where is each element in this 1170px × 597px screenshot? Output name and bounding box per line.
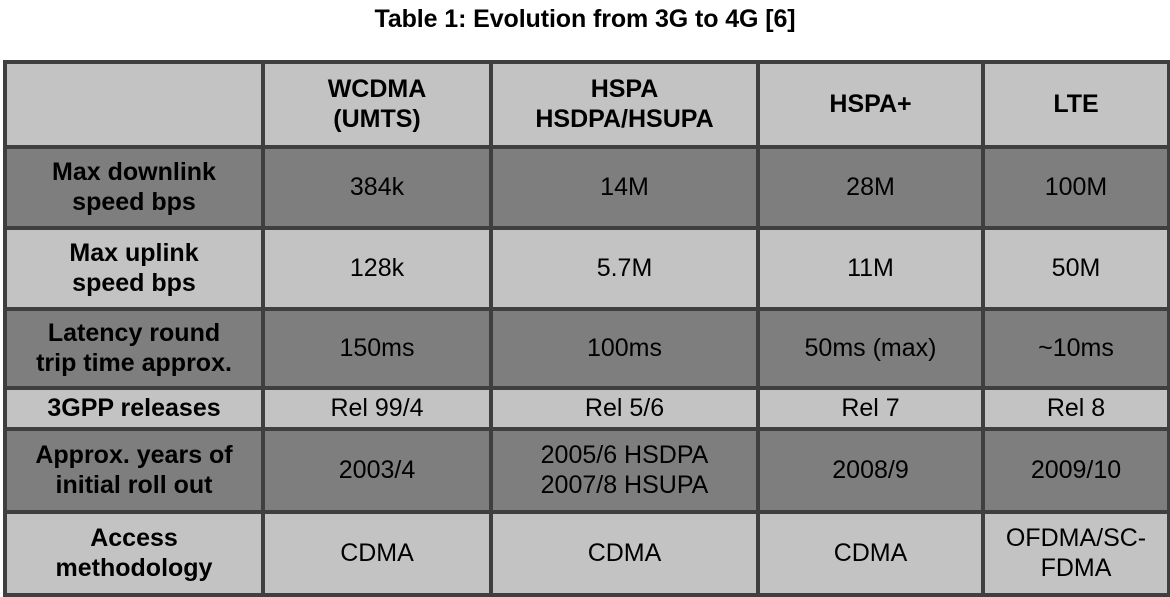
header-text-3: HSPA+ — [829, 89, 912, 118]
cell-max-uplink-hspa: 5.7M — [489, 226, 760, 311]
header-text-4: LTE — [1053, 89, 1099, 118]
row-label-text: Approx. years of initial roll out — [35, 441, 233, 499]
cell-text: ~10ms — [1038, 333, 1114, 362]
cell-text: 128k — [349, 253, 405, 282]
cell-text: 150ms — [339, 333, 415, 362]
cell-text: 11M — [847, 253, 894, 282]
cell-max-downlink-lte: 100M — [981, 145, 1170, 230]
header-cell-wcdma: WCDMA (UMTS) — [261, 60, 493, 149]
cell-text: 50ms (max) — [804, 333, 937, 362]
cell-text: OFDMA/SC- FDMA — [1005, 524, 1147, 582]
cell-3gpp-hspa: Rel 5/6 — [489, 386, 760, 431]
header-cell-hspa-plus: HSPA+ — [756, 60, 985, 149]
row-label-3gpp-releases: 3GPP releases — [3, 386, 265, 431]
table-row: Max downlink speed bps 384k 14M 28M 100M — [3, 145, 1170, 230]
cell-max-uplink-hspa-plus: 11M — [756, 226, 985, 311]
cell-max-uplink-wcdma: 128k — [261, 226, 493, 311]
row-label-text: Latency round trip time approx. — [36, 319, 232, 377]
header-text-2: HSPA HSDPA/HSUPA — [535, 75, 714, 133]
cell-max-downlink-wcdma: 384k — [261, 145, 493, 230]
row-label-text: 3GPP releases — [47, 393, 221, 422]
row-label-rollout-years: Approx. years of initial roll out — [3, 427, 265, 514]
cell-text: 14M — [600, 172, 649, 201]
cell-latency-lte: ~10ms — [981, 307, 1170, 390]
table-row: 3GPP releases Rel 99/4 Rel 5/6 Rel 7 Rel… — [3, 386, 1170, 431]
header-cell-row-label — [3, 60, 265, 149]
cell-access-lte: OFDMA/SC- FDMA — [981, 510, 1170, 597]
cell-text: 2008/9 — [832, 455, 909, 484]
cell-latency-hspa-plus: 50ms (max) — [756, 307, 985, 390]
cell-3gpp-hspa-plus: Rel 7 — [756, 386, 985, 431]
table-row: Access methodology CDMA CDMA CDMA OFDMA/… — [3, 510, 1170, 597]
cell-max-uplink-lte: 50M — [981, 226, 1170, 311]
cell-max-downlink-hspa: 14M — [489, 145, 760, 230]
cell-text: 5.7M — [596, 253, 653, 282]
row-label-text: Access methodology — [55, 524, 213, 582]
cell-text: Rel 7 — [841, 393, 900, 422]
cell-max-downlink-hspa-plus: 28M — [756, 145, 985, 230]
table-page: Table 1: Evolution from 3G to 4G [6] WCD… — [0, 0, 1170, 597]
row-label-text: Max uplink speed bps — [69, 239, 199, 297]
table-row: Approx. years of initial roll out 2003/4… — [3, 427, 1170, 514]
cell-access-hspa-plus: CDMA — [756, 510, 985, 597]
cell-latency-hspa: 100ms — [489, 307, 760, 390]
cell-text: CDMA — [340, 538, 414, 567]
cell-rollout-hspa: 2005/6 HSDPA 2007/8 HSUPA — [489, 427, 760, 514]
cell-text: 100ms — [586, 333, 663, 362]
cell-rollout-wcdma: 2003/4 — [261, 427, 493, 514]
table-row: Latency round trip time approx. 150ms 10… — [3, 307, 1170, 390]
cell-access-wcdma: CDMA — [261, 510, 493, 597]
cell-text: 384k — [349, 172, 405, 201]
cell-rollout-lte: 2009/10 — [981, 427, 1170, 514]
table-row: Max uplink speed bps 128k 5.7M 11M 50M — [3, 226, 1170, 311]
cell-text: 100M — [1044, 172, 1108, 201]
cell-text: 28M — [846, 172, 895, 201]
cell-text: Rel 5/6 — [584, 393, 665, 422]
cell-text: CDMA — [587, 538, 662, 567]
cell-3gpp-lte: Rel 8 — [981, 386, 1170, 431]
table-header-row: WCDMA (UMTS) HSPA HSDPA/HSUPA HSPA+ LTE — [3, 60, 1170, 149]
cell-rollout-hspa-plus: 2008/9 — [756, 427, 985, 514]
cell-text: Rel 8 — [1046, 393, 1106, 422]
row-label-latency: Latency round trip time approx. — [3, 307, 265, 390]
cell-text: CDMA — [833, 538, 908, 567]
cell-latency-wcdma: 150ms — [261, 307, 493, 390]
row-label-max-downlink: Max downlink speed bps — [3, 145, 265, 230]
table-caption: Table 1: Evolution from 3G to 4G [6] — [374, 5, 796, 33]
cell-access-hspa: CDMA — [489, 510, 760, 597]
cell-text: 2003/4 — [338, 455, 416, 484]
cell-text: 2005/6 HSDPA 2007/8 HSUPA — [540, 441, 709, 499]
header-cell-lte: LTE — [981, 60, 1170, 149]
row-label-text: Max downlink speed bps — [52, 158, 216, 216]
cell-text: 50M — [1051, 253, 1101, 282]
cell-text: 2009/10 — [1030, 455, 1122, 484]
header-text-1: WCDMA (UMTS) — [327, 75, 427, 133]
row-label-access-methodology: Access methodology — [3, 510, 265, 597]
cell-3gpp-wcdma: Rel 99/4 — [261, 386, 493, 431]
evolution-3g-4g-table: WCDMA (UMTS) HSPA HSDPA/HSUPA HSPA+ LTE … — [3, 60, 1170, 597]
row-label-max-uplink: Max uplink speed bps — [3, 226, 265, 311]
cell-text: Rel 99/4 — [330, 393, 424, 422]
header-cell-hspa: HSPA HSDPA/HSUPA — [489, 60, 760, 149]
